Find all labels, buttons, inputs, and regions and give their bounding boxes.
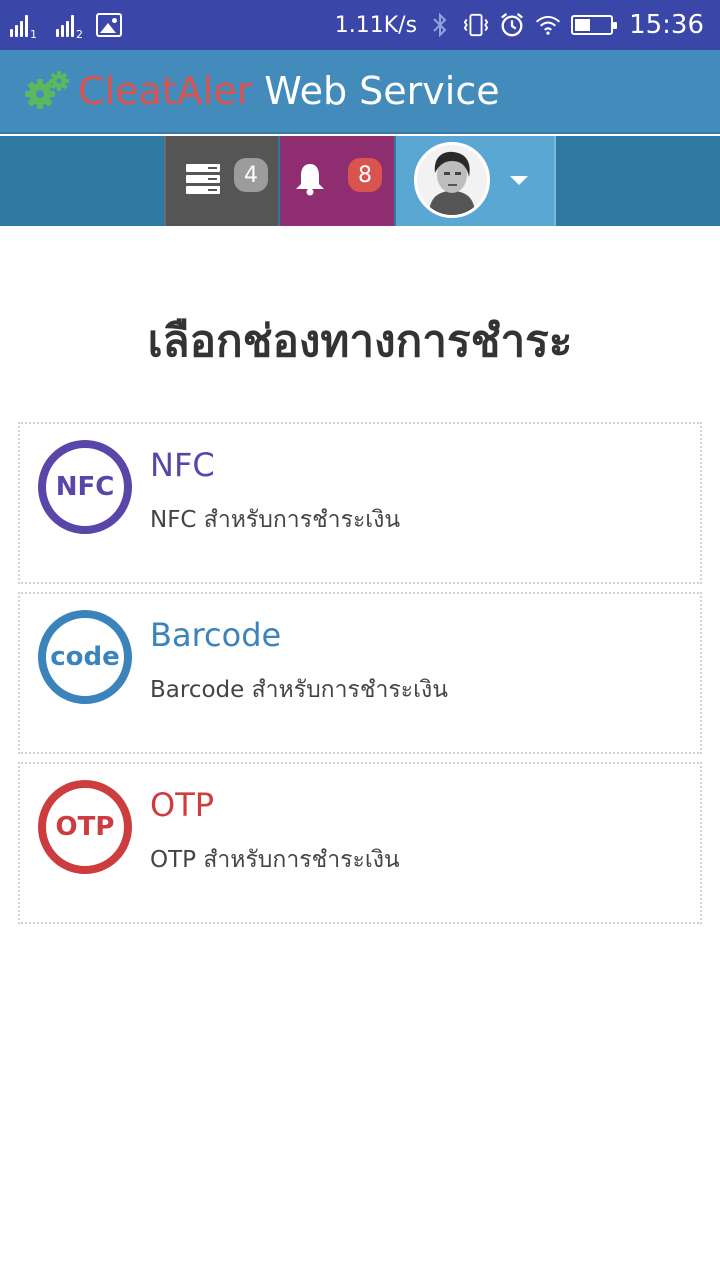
barcode-icon: code	[38, 610, 132, 704]
network-speed: 1.11K/s	[334, 12, 418, 38]
status-bar: 1 2 1.11K/s 15:36	[0, 0, 720, 50]
image-notification-icon	[96, 13, 122, 37]
alarm-icon	[499, 12, 525, 38]
server-list-icon	[186, 164, 220, 198]
barcode-title[interactable]: Barcode	[150, 616, 281, 654]
signal-sim1-icon: 1	[10, 13, 37, 41]
payment-method-barcode[interactable]: code Barcode Barcode สำหรับการชำระเงิน	[18, 592, 702, 754]
bluetooth-icon	[427, 12, 453, 38]
vibrate-icon	[463, 12, 489, 38]
otp-title[interactable]: OTP	[150, 786, 214, 824]
nfc-icon: NFC	[38, 440, 132, 534]
battery-icon	[571, 15, 618, 35]
clock: 15:36	[629, 10, 704, 40]
notifications-button[interactable]: 8	[280, 136, 394, 226]
sim1-label: 1	[30, 28, 37, 41]
nfc-description: NFC สำหรับการชำระเงิน	[150, 507, 401, 533]
gears-logo-icon[interactable]	[24, 70, 70, 112]
nfc-title[interactable]: NFC	[150, 446, 215, 484]
wifi-icon	[535, 12, 561, 38]
avatar[interactable]	[414, 142, 490, 218]
payment-method-nfc[interactable]: NFC NFC NFC สำหรับการชำระเงิน	[18, 422, 702, 584]
user-menu-button[interactable]	[396, 136, 556, 226]
otp-description: OTP สำหรับการชำระเงิน	[150, 847, 400, 873]
sim2-label: 2	[76, 28, 83, 41]
app-header: CleatAler Web Service	[0, 50, 720, 134]
payment-method-otp[interactable]: OTP OTP OTP สำหรับการชำระเงิน	[18, 762, 702, 924]
otp-icon: OTP	[38, 780, 132, 874]
page-title: เลือกช่องทางการชำระ	[147, 316, 573, 367]
tasks-badge: 4	[234, 158, 268, 192]
bell-icon	[294, 162, 326, 200]
notifications-badge: 8	[348, 158, 382, 192]
barcode-description: Barcode สำหรับการชำระเงิน	[150, 677, 448, 703]
brand-subtitle: Web Service	[264, 69, 500, 113]
chevron-down-icon	[510, 176, 528, 185]
tasks-button[interactable]: 4	[164, 136, 278, 226]
brand-name[interactable]: CleatAler	[78, 69, 252, 113]
top-toolbar: 4 8	[0, 136, 720, 226]
signal-sim2-icon: 2	[56, 13, 83, 41]
